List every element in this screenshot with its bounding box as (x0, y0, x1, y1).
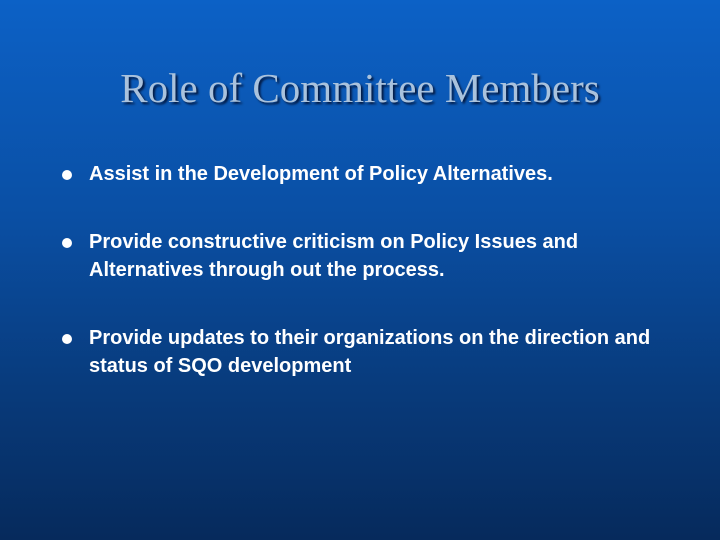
bullet-text: Provide constructive criticism on Policy… (89, 231, 579, 281)
slide: Role of Committee Members Assist in the … (0, 0, 720, 540)
bullet-list: Assist in the Development of Policy Alte… (62, 160, 682, 380)
bullet-text: Provide updates to their organizations o… (89, 327, 651, 377)
bullet-dot-icon (62, 334, 72, 344)
bullet-text: Assist in the Development of Policy Alte… (89, 163, 553, 185)
bullet-item: Assist in the Development of Policy Alte… (62, 160, 682, 188)
bullet-item: Provide constructive criticism on Policy… (62, 228, 682, 284)
bullet-item: Provide updates to their organizations o… (62, 324, 682, 380)
slide-title: Role of Committee Members (120, 65, 600, 111)
bullet-dot-icon (62, 238, 72, 248)
bullet-dot-icon (62, 170, 72, 180)
